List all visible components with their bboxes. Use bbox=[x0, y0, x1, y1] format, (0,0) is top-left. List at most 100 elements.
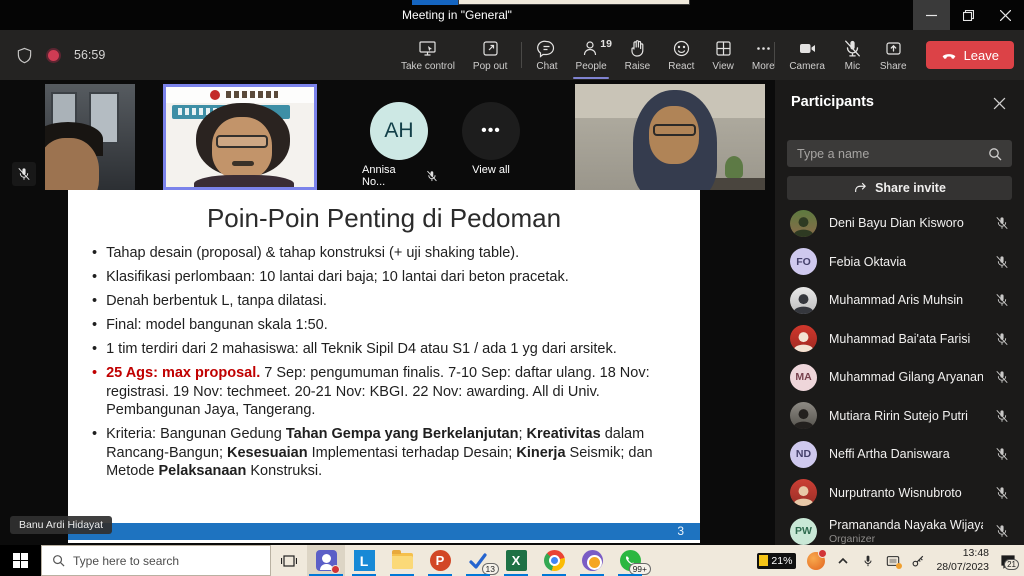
taskbar-clock[interactable]: 13:48 28/07/2023 bbox=[936, 547, 989, 573]
people-button[interactable]: 19 People bbox=[567, 30, 616, 80]
slide-bullet: •25 Ags: max proposal. 7 Sep: pengumuman… bbox=[92, 364, 682, 420]
mic-muted-icon bbox=[995, 216, 1009, 230]
avatar: MA bbox=[790, 364, 817, 391]
pop-out-icon bbox=[481, 39, 500, 58]
leave-button[interactable]: Leave bbox=[926, 41, 1014, 69]
participant-row[interactable]: MA Muhammad Gilang Aryananda bbox=[775, 358, 1024, 397]
share-screen-icon bbox=[884, 39, 903, 58]
taskbar-powerpoint-icon[interactable]: P bbox=[421, 545, 459, 576]
participant-row[interactable]: FO Febia Oktavia bbox=[775, 243, 1024, 282]
share-button[interactable]: Share bbox=[871, 30, 916, 80]
whatsapp-badge: 99+ bbox=[629, 563, 651, 575]
taskbar-teams-icon[interactable] bbox=[307, 545, 345, 576]
notification-count-badge: 21 bbox=[1004, 559, 1019, 570]
taskbar-time: 13:48 bbox=[936, 547, 989, 560]
taskbar-excel-icon[interactable]: X bbox=[497, 545, 535, 576]
chat-button[interactable]: Chat bbox=[527, 30, 566, 80]
participant-name: Pramananda Nayaka Wijaya bbox=[829, 518, 983, 532]
title-bar: Meeting in "General" bbox=[0, 0, 1024, 30]
participant-role: Organizer bbox=[829, 533, 983, 545]
presenter-name-tag: Banu Ardi Hidayat bbox=[10, 516, 112, 534]
share-invite-button[interactable]: Share invite bbox=[787, 176, 1012, 200]
meeting-timer: 56:59 bbox=[74, 48, 105, 62]
participant-name: Muhammad Bai'ata Farisi bbox=[829, 332, 983, 346]
leave-label: Leave bbox=[964, 48, 999, 63]
view-all-button[interactable]: ••• bbox=[462, 102, 520, 160]
avatar: ND bbox=[790, 441, 817, 468]
close-button[interactable] bbox=[987, 0, 1024, 30]
pop-out-button[interactable]: Pop out bbox=[464, 30, 516, 80]
participant-row[interactable]: Mutiara Ririn Sutejo Putri bbox=[775, 397, 1024, 436]
mic-muted-icon bbox=[995, 409, 1009, 423]
close-panel-button[interactable] bbox=[988, 92, 1010, 114]
taskbar-chrome-icon[interactable] bbox=[535, 545, 573, 576]
participant-row[interactable]: Muhammad Bai'ata Farisi bbox=[775, 320, 1024, 359]
slide-bullets: •Tahap desain (proposal) & tahap konstru… bbox=[68, 244, 700, 481]
hang-up-icon bbox=[941, 47, 957, 63]
shared-presentation-slide: Poin-Poin Penting di Pedoman •Tahap desa… bbox=[68, 190, 700, 543]
taskbar-todo-icon[interactable]: 13 bbox=[459, 545, 497, 576]
participant-row[interactable]: Nurputranto Wisnubroto bbox=[775, 474, 1024, 513]
mic-muted-icon bbox=[995, 447, 1009, 461]
participant-row[interactable]: ND Neffi Artha Daniswara bbox=[775, 435, 1024, 474]
camera-icon bbox=[798, 39, 817, 58]
camera-button[interactable]: Camera bbox=[780, 30, 834, 80]
taskbar-whatsapp-icon[interactable]: 99+ bbox=[611, 545, 649, 576]
video-tile[interactable] bbox=[575, 84, 765, 190]
participant-name: Febia Oktavia bbox=[829, 255, 983, 269]
avatar bbox=[790, 479, 817, 506]
restore-button[interactable] bbox=[950, 0, 987, 30]
participant-name: Deni Bayu Dian Kisworo bbox=[829, 216, 983, 230]
avatar[interactable]: AH bbox=[370, 102, 428, 160]
taskbar-search[interactable]: Type here to search bbox=[41, 545, 271, 576]
task-view-button[interactable] bbox=[271, 545, 307, 576]
slide-bullet: •Tahap desain (proposal) & tahap konstru… bbox=[92, 244, 682, 263]
mic-muted-icon bbox=[995, 524, 1009, 538]
mic-muted-icon bbox=[995, 293, 1009, 307]
recording-indicator-icon bbox=[46, 48, 61, 63]
participant-row[interactable]: Muhammad Aris Muhsin bbox=[775, 281, 1024, 320]
tray-snip-icon[interactable] bbox=[886, 554, 900, 568]
tray-key-icon[interactable] bbox=[911, 554, 925, 568]
person-silhouette-icon bbox=[790, 404, 817, 429]
taskbar-l-app-icon[interactable]: L bbox=[345, 545, 383, 576]
video-tile-active-speaker[interactable] bbox=[163, 84, 317, 190]
avatar bbox=[790, 287, 817, 314]
participants-list: Deni Bayu Dian Kisworo FO Febia Oktavia … bbox=[775, 204, 1024, 545]
avatar-initials: ND bbox=[796, 448, 811, 460]
participant-name: Muhammad Gilang Aryananda bbox=[829, 370, 983, 384]
raise-hand-button[interactable]: Raise bbox=[616, 30, 660, 80]
search-icon bbox=[988, 147, 1002, 161]
participant-row[interactable]: PW Pramananda Nayaka Wijaya Organizer bbox=[775, 512, 1024, 545]
view-icon bbox=[714, 39, 733, 58]
taskbar-date: 28/07/2023 bbox=[936, 561, 989, 574]
avatar bbox=[790, 325, 817, 352]
taskbar-browser-shield-icon[interactable] bbox=[573, 545, 611, 576]
mic-muted-icon bbox=[995, 255, 1009, 269]
video-tile[interactable] bbox=[45, 84, 135, 190]
slide-bullet: •Final: model bangunan skala 1:50. bbox=[92, 316, 682, 335]
search-input[interactable] bbox=[787, 147, 988, 161]
mic-button[interactable]: Mic bbox=[834, 30, 871, 80]
tray-mic-icon[interactable] bbox=[861, 554, 875, 568]
teams-meeting-window: Meeting in "General" 56:59 Take control … bbox=[0, 0, 1024, 576]
meeting-stage: AH Annisa No... ••• View all Poin-Poin P… bbox=[0, 80, 775, 545]
take-control-button[interactable]: Take control bbox=[392, 30, 464, 80]
participants-panel-title: Participants bbox=[791, 94, 874, 110]
battery-indicator[interactable]: 21% bbox=[757, 553, 796, 569]
tray-app-icon[interactable] bbox=[807, 552, 825, 570]
participant-search[interactable] bbox=[787, 140, 1012, 167]
battery-level-icon bbox=[759, 555, 768, 566]
minimize-button[interactable] bbox=[913, 0, 950, 30]
view-button[interactable]: View bbox=[703, 30, 743, 80]
mic-muted-icon bbox=[426, 170, 438, 182]
participant-row[interactable]: Deni Bayu Dian Kisworo bbox=[775, 204, 1024, 243]
show-hidden-icons-button[interactable] bbox=[836, 554, 850, 568]
action-center-button[interactable]: 21 bbox=[1000, 553, 1016, 569]
start-button[interactable] bbox=[0, 545, 41, 576]
chevron-up-icon bbox=[836, 554, 850, 568]
react-button[interactable]: React bbox=[659, 30, 703, 80]
slide-bullet: •Klasifikasi perlombaan: 10 lantai dari … bbox=[92, 268, 682, 287]
taskbar-file-explorer-icon[interactable] bbox=[383, 545, 421, 576]
window-title: Meeting in "General" bbox=[0, 0, 914, 30]
